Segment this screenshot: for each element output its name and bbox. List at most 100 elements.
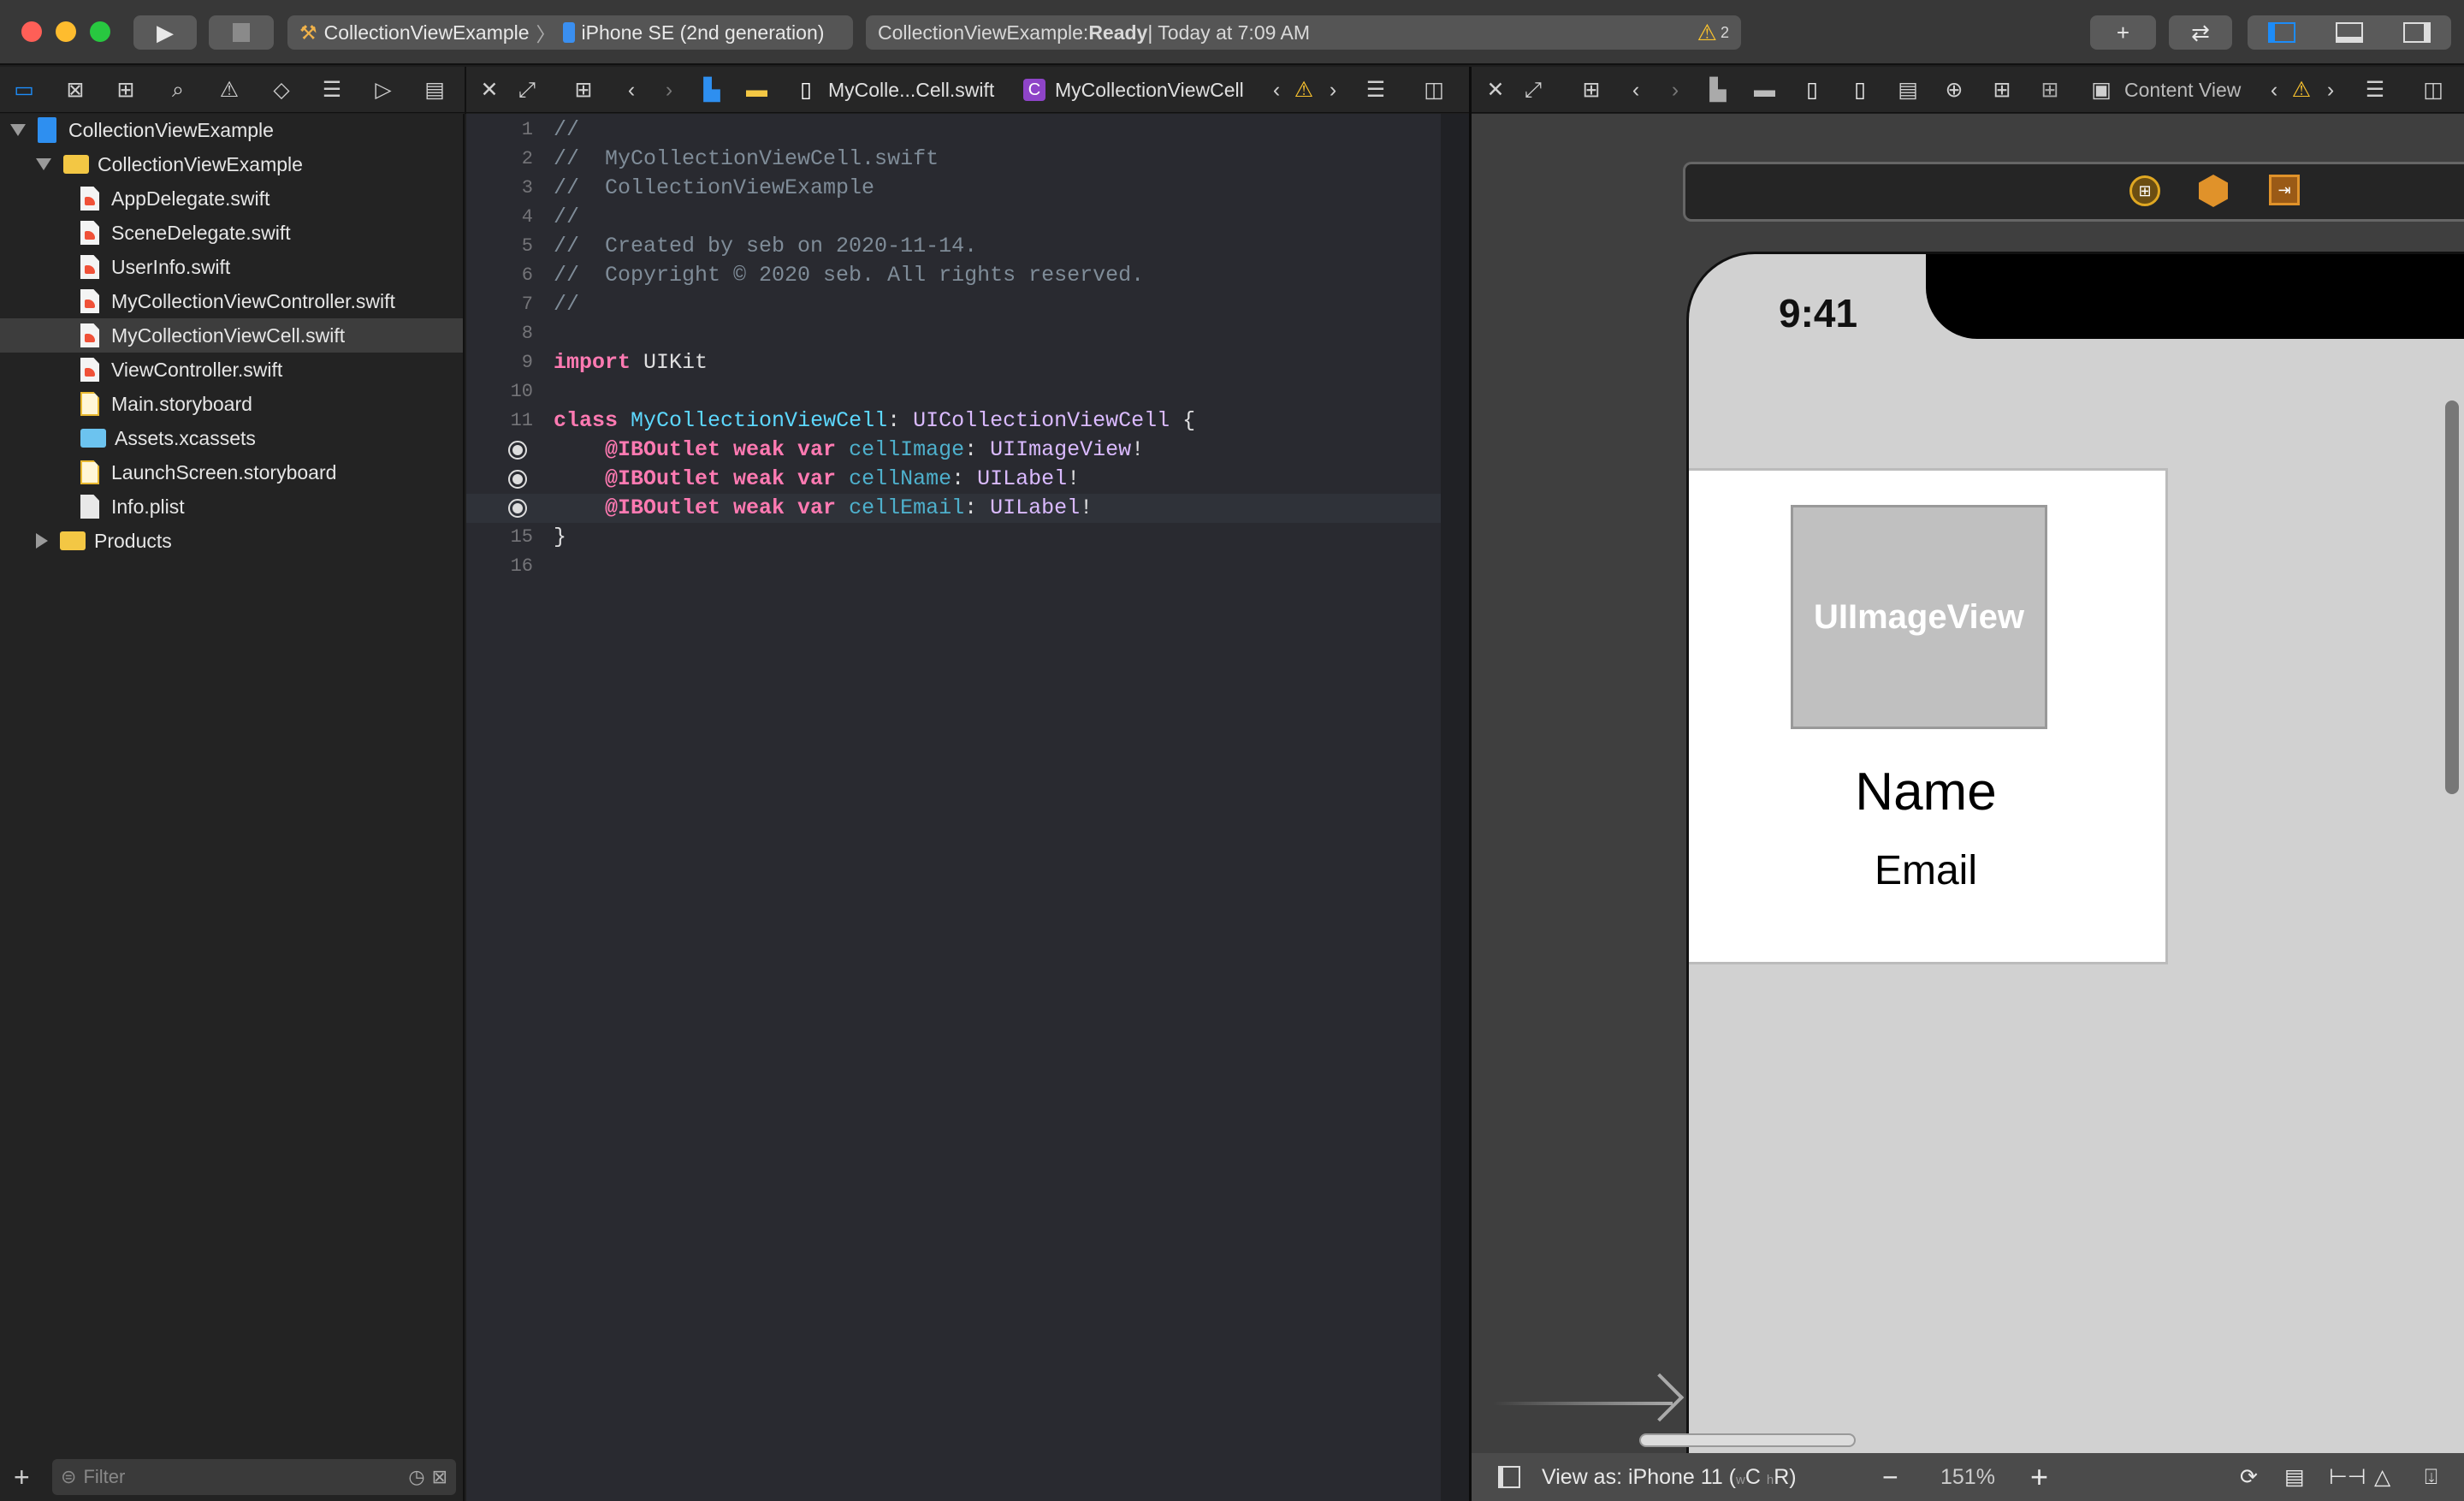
stop-button[interactable] [209,15,274,50]
back-icon[interactable]: ‹ [621,77,642,103]
next-issue-icon[interactable]: › [2320,77,2341,103]
resolve-autolayout-icon[interactable]: △ [2374,1464,2390,1490]
device-name[interactable]: iPhone SE (2nd generation) [582,21,825,44]
close-editor-icon[interactable]: ✕ [479,77,500,103]
warning-icon[interactable]: ⚠ [2291,77,2312,103]
navigator-item[interactable]: MyCollectionViewCell.swift [0,318,463,353]
navigator-item[interactable]: Info.plist [0,489,463,524]
minimap[interactable] [1441,114,1469,1501]
library-button[interactable]: + [2090,15,2156,50]
jumpbar-content-view[interactable]: Content View [2124,77,2241,103]
split-editor-icon[interactable]: ◫ [2423,77,2443,103]
outlet-connection-icon[interactable] [508,441,527,460]
view-controller-icon[interactable]: ⊞ [2129,175,2160,206]
source-control-filter-icon[interactable]: ⊠ [432,1466,447,1488]
zoom-window-button[interactable] [90,21,110,42]
project-icon[interactable]: ▙ [1708,77,1728,103]
recent-files-icon[interactable]: ◷ [408,1466,424,1488]
code-line[interactable]: 6 // Copyright © 2020 seb. All rights res… [466,261,1441,290]
navigator-item[interactable]: ViewController.swift [0,353,463,387]
embed-in-icon[interactable]: ⍗ [2425,1465,2437,1490]
add-file-icon[interactable]: + [14,1462,30,1493]
outlet-connection-icon[interactable] [508,499,527,518]
source-control-navigator-tab-icon[interactable]: ⊠ [65,77,86,103]
warning-count[interactable]: 2 [1721,24,1729,42]
close-window-button[interactable] [21,21,42,42]
cell-image-view[interactable]: UIImageView [1791,505,2047,729]
split-editor-icon[interactable]: ◫ [1424,77,1444,103]
zoom-out-icon[interactable]: − [1882,1462,1898,1493]
issue-navigator-tab-icon[interactable]: ⚠ [219,77,240,103]
cell-email-label[interactable]: Email [1689,847,2165,894]
disclosure-expanded-icon[interactable] [36,158,51,170]
code-line[interactable]: 15} [466,523,1441,552]
navigator-item[interactable]: CollectionViewExample [0,147,463,181]
code-line[interactable]: 8 [466,319,1441,348]
expand-icon[interactable]: ⤢ [517,77,537,103]
content-view-icon[interactable]: ▣ [2091,77,2112,103]
disclosure-collapsed-icon[interactable] [36,533,48,549]
code-line[interactable]: 9 import UIKit [466,348,1441,377]
test-navigator-tab-icon[interactable]: ◇ [271,77,292,103]
close-editor-icon[interactable]: ✕ [1485,77,1506,103]
related-items-icon[interactable]: ⊞ [1581,77,1602,103]
back-icon[interactable]: ‹ [1626,77,1646,103]
folder-icon[interactable]: ▬ [1754,77,1775,103]
warning-icon[interactable]: ⚠ [1697,20,1717,46]
horizontal-scrollbar[interactable] [1639,1433,1856,1447]
navigator-item[interactable]: CollectionViewExample [0,113,463,147]
outlet-connection-icon[interactable] [508,470,527,489]
run-button[interactable]: ▶ [133,15,197,50]
storyboard-file-icon[interactable]: ▯ [1802,77,1822,103]
zoom-level[interactable]: 151% [1940,1465,1995,1490]
code-line[interactable]: 4 // [466,203,1441,232]
minimize-window-button[interactable] [56,21,76,42]
navigator-item[interactable]: MyCollectionViewController.swift [0,284,463,318]
filter-input[interactable]: ⊜ Filter ◷ ⊠ [52,1459,456,1495]
update-frames-icon[interactable]: ⟳ [2240,1464,2258,1490]
editor-options-icon[interactable]: ☰ [2365,77,2385,103]
code-line[interactable]: @IBOutlet weak var cellImage: UIImageVie… [466,436,1441,465]
view-controller-scene-icon[interactable]: ▤ [1898,77,1918,103]
report-navigator-tab-icon[interactable]: ▤ [424,77,445,103]
add-constraints-icon[interactable]: ⊢⊣ [2329,1464,2366,1490]
collection-view-cell-icon[interactable]: ⊞ [2040,77,2060,103]
expand-icon[interactable]: ⤢ [1523,77,1543,103]
code-line[interactable]: @IBOutlet weak var cellName: UILabel! [466,465,1441,494]
previous-issue-icon[interactable]: ‹ [2264,77,2284,103]
symbol-navigator-tab-icon[interactable]: ⊞ [116,77,136,103]
code-line[interactable]: @IBOutlet weak var cellEmail: UILabel! [466,494,1441,523]
cell-name-label[interactable]: Name [1689,762,2165,822]
code-line[interactable]: 5 // Created by seb on 2020-11-14. [466,232,1441,261]
project-icon[interactable]: ▙ [702,77,722,103]
code-line[interactable]: 16 [466,552,1441,581]
navigator-item[interactable]: AppDelegate.swift [0,181,463,216]
vertical-scrollbar[interactable] [2445,400,2459,794]
debug-area-toggle-icon[interactable] [2335,22,2363,43]
navigator-item[interactable]: Main.storyboard [0,387,463,421]
folder-icon[interactable]: ▬ [746,77,767,103]
document-outline-toggle-icon[interactable] [1498,1466,1520,1488]
swift-file-icon[interactable]: ▯ [796,77,816,103]
first-responder-icon[interactable] [2199,175,2228,207]
navigator-item[interactable]: SceneDelegate.swift [0,216,463,250]
previous-issue-icon[interactable]: ‹ [1266,77,1287,103]
forward-icon[interactable]: › [1665,77,1685,103]
storyboard-scene-icon[interactable]: ▯ [1850,77,1870,103]
next-issue-icon[interactable]: › [1323,77,1343,103]
navigator-item[interactable]: LaunchScreen.storyboard [0,455,463,489]
collection-view-icon[interactable]: ⊞ [1992,77,2012,103]
editor-options-icon[interactable]: ☰ [1365,77,1386,103]
code-line[interactable]: 11 class MyCollectionViewCell: UICollecti… [466,406,1441,436]
jumpbar-symbol[interactable]: MyCollectionViewCell [1055,77,1244,103]
scheme-name[interactable]: CollectionViewExample [324,21,530,44]
navigator-toggle-icon[interactable] [2267,22,2295,43]
navigator-item[interactable]: Products [0,524,463,558]
related-items-icon[interactable]: ⊞ [573,77,594,103]
project-navigator-tab-icon[interactable]: ▭ [14,77,34,103]
code-line[interactable]: 2 // MyCollectionViewCell.swift [466,145,1441,174]
debug-navigator-tab-icon[interactable]: ☰ [322,77,342,103]
zoom-in-icon[interactable]: + [2030,1459,2048,1495]
interface-builder-canvas[interactable]: ⊞ ⇥ 9:41 UIImageView Name Email [1472,114,2464,1453]
inspector-toggle-icon[interactable] [2403,22,2431,43]
